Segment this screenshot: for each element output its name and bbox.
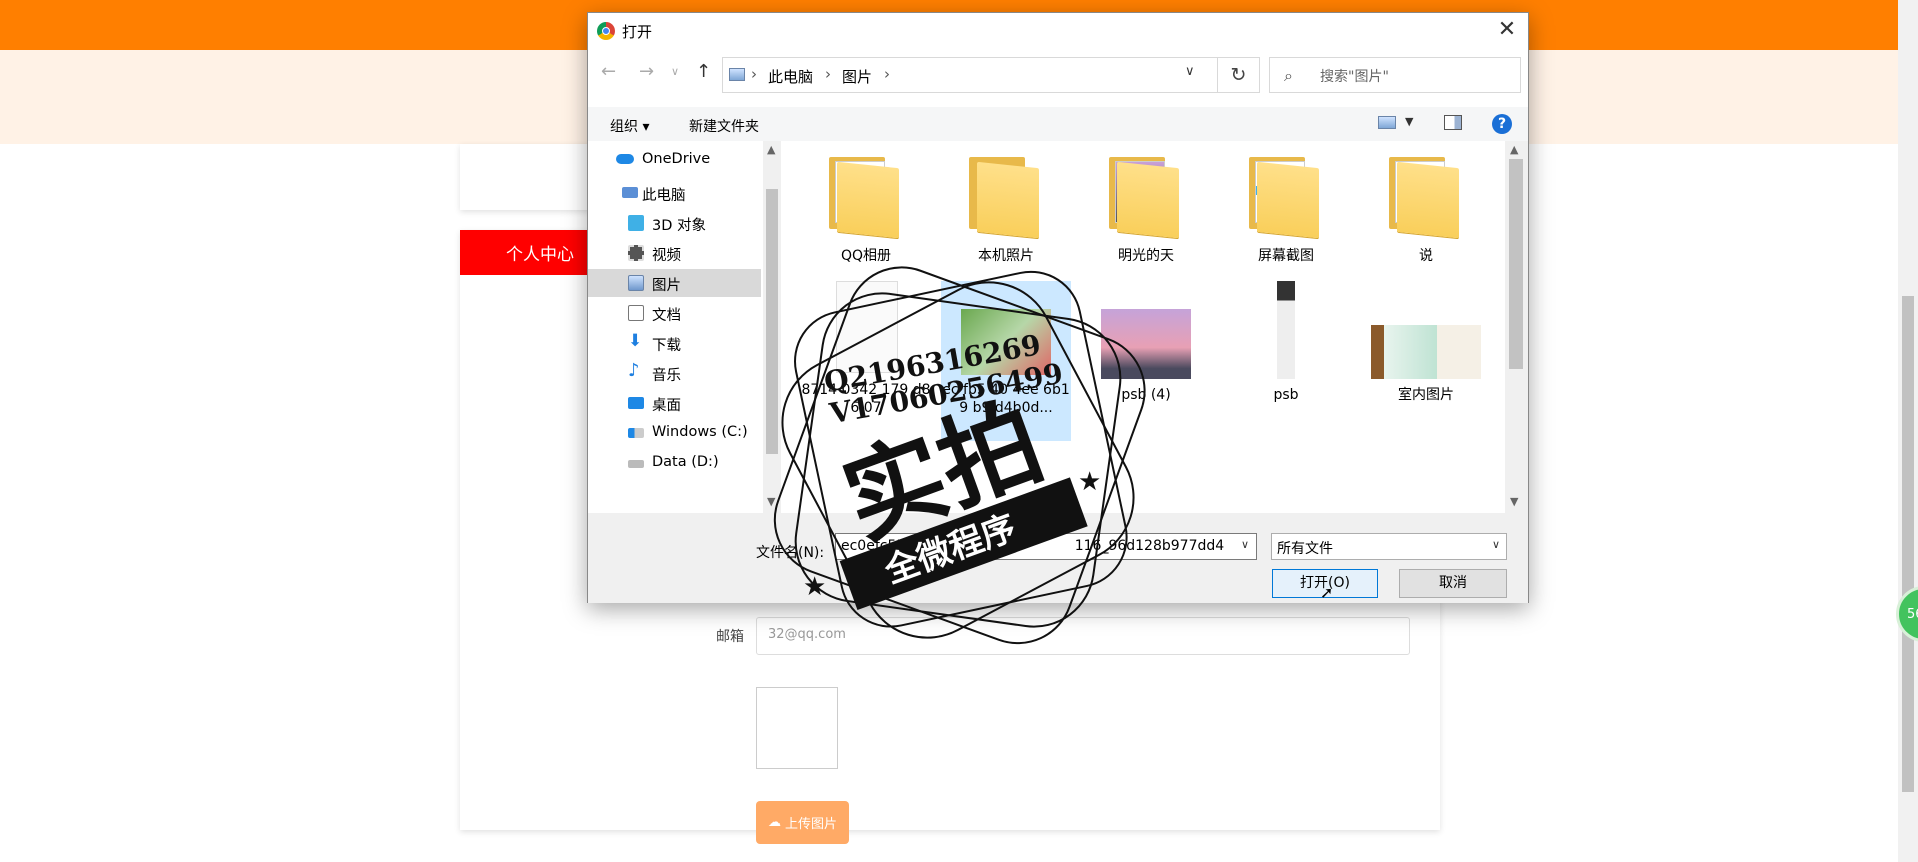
nav-label: OneDrive [642, 151, 711, 167]
cloud-icon [616, 154, 634, 164]
video-icon [628, 245, 644, 261]
folder-icon [829, 157, 903, 239]
folder-icon [969, 157, 1043, 239]
chrome-icon [597, 22, 615, 40]
upload-button-label: 上传图片 [784, 817, 837, 832]
view-options-icon[interactable] [1378, 116, 1396, 129]
up-arrow-icon[interactable]: ↑ [696, 61, 711, 82]
download-icon: ⬇ [628, 331, 643, 351]
file-item-image[interactable]: 室内图片 [1361, 281, 1491, 441]
file-item-folder[interactable]: 说 [1361, 157, 1491, 267]
organize-menu[interactable]: 组织 ▾ [610, 116, 649, 136]
nav-item-onedrive[interactable]: OneDrive [588, 146, 761, 174]
dialog-titlebar: 打开 ✕ [588, 13, 1528, 47]
cancel-button[interactable]: 取消 [1399, 569, 1507, 598]
star-icon: ★ [803, 572, 826, 602]
chevron-right-icon: › [751, 65, 757, 83]
chevron-right-icon: › [825, 65, 831, 83]
forward-arrow-icon[interactable]: → [639, 61, 654, 82]
nav-label: Windows (C:) [652, 424, 748, 440]
nav-label: 视频 [652, 248, 681, 264]
preview-pane-icon[interactable] [1444, 115, 1462, 130]
desktop-icon [628, 397, 644, 409]
search-input[interactable]: ⌕ 搜索"图片" [1269, 57, 1521, 93]
cloud-upload-icon: ☁ [767, 815, 781, 830]
nav-item-downloads[interactable]: ⬇ 下载 [588, 329, 761, 357]
chevron-down-icon[interactable]: ∨ [1492, 538, 1500, 551]
nav-label: 音乐 [652, 368, 681, 384]
email-label: 邮箱 [716, 629, 744, 645]
page-scrollbar-thumb[interactable] [1902, 296, 1914, 792]
nav-item-this-pc[interactable]: 此电脑 [588, 179, 761, 207]
help-icon[interactable]: ? [1492, 114, 1512, 134]
file-type-select[interactable]: 所有文件 [1271, 533, 1507, 560]
upload-image-button[interactable]: ☁ 上传图片 [756, 801, 849, 844]
file-list-scrollbar-thumb[interactable] [1509, 159, 1523, 369]
nav-label: 3D 对象 [652, 218, 706, 234]
scroll-up-icon[interactable]: ▲ [1510, 143, 1518, 156]
nav-item-pictures[interactable]: 图片 [588, 269, 761, 297]
pictures-icon [628, 275, 644, 291]
pictures-icon [729, 68, 745, 81]
folder-icon [1249, 157, 1323, 239]
scroll-down-icon[interactable]: ▼ [1510, 495, 1518, 508]
back-arrow-icon[interactable]: ← [601, 61, 616, 82]
breadcrumb-this-pc[interactable]: 此电脑 [768, 66, 813, 87]
address-bar[interactable]: › 此电脑 › 图片 › ∨ [722, 57, 1218, 93]
file-item-folder[interactable]: 屏幕截图 [1221, 157, 1351, 267]
document-icon [628, 305, 644, 321]
dialog-title: 打开 [622, 23, 653, 41]
nav-label: 图片 [652, 278, 681, 294]
folder-icon [1389, 157, 1463, 239]
avatar-image [756, 687, 838, 769]
watermark-stamp: Q2196316269 V17060256499 实拍 全微程序 ★ ★ [773, 266, 1146, 645]
nav-label: 文档 [652, 308, 681, 324]
computer-icon [622, 187, 638, 198]
refresh-button[interactable]: ↻ [1218, 57, 1260, 93]
scroll-up-icon[interactable]: ▲ [767, 143, 775, 156]
file-item-image[interactable]: psb [1221, 281, 1351, 441]
new-folder-button[interactable]: 新建文件夹 [689, 116, 759, 136]
file-name: 屏幕截图 [1258, 248, 1314, 264]
chevron-down-icon[interactable]: ▼ [1405, 115, 1413, 128]
close-button[interactable]: ✕ [1493, 17, 1521, 43]
nav-label: 此电脑 [642, 188, 686, 204]
nav-item-drive-c[interactable]: Windows (C:) [588, 419, 761, 447]
cube-icon [628, 215, 644, 231]
chevron-down-icon[interactable]: ∨ [1241, 538, 1249, 551]
nav-label: 桌面 [652, 398, 681, 414]
nav-item-documents[interactable]: 文档 [588, 299, 761, 327]
file-name: psb [1273, 387, 1299, 403]
star-icon: ★ [1078, 467, 1101, 497]
chevron-down-icon[interactable]: ∨ [1185, 64, 1195, 79]
command-bar: 组织 ▾ 新建文件夹 ▼ ? [588, 107, 1528, 141]
mouse-cursor-icon: ➚ [1320, 583, 1334, 602]
search-icon: ⌕ [1284, 66, 1293, 85]
search-placeholder: 搜索"图片" [1320, 69, 1389, 85]
file-name: 室内图片 [1398, 387, 1454, 403]
navigation-pane: OneDrive 此电脑 3D 对象 视频 图片 文档 ⬇ 下载 ♪ 音乐 桌面… [588, 141, 763, 513]
nav-item-desktop[interactable]: 桌面 [588, 389, 761, 417]
chevron-right-icon: › [884, 65, 890, 83]
nav-label: Data (D:) [652, 454, 719, 470]
nav-item-videos[interactable]: 视频 [588, 239, 761, 267]
image-thumbnail [1371, 325, 1481, 379]
recent-dropdown-icon[interactable]: ∨ [671, 65, 679, 78]
drive-icon [628, 428, 644, 438]
music-icon: ♪ [628, 360, 640, 381]
breadcrumb-pictures[interactable]: 图片 [842, 66, 872, 87]
nav-item-3d-objects[interactable]: 3D 对象 [588, 209, 761, 237]
nav-item-drive-d[interactable]: Data (D:) [588, 449, 761, 477]
drive-icon [628, 460, 644, 468]
image-thumbnail [1277, 281, 1295, 379]
nav-item-music[interactable]: ♪ 音乐 [588, 359, 761, 387]
folder-icon [1109, 157, 1183, 239]
file-name: 说 [1419, 248, 1433, 264]
nav-label: 下载 [652, 338, 681, 354]
